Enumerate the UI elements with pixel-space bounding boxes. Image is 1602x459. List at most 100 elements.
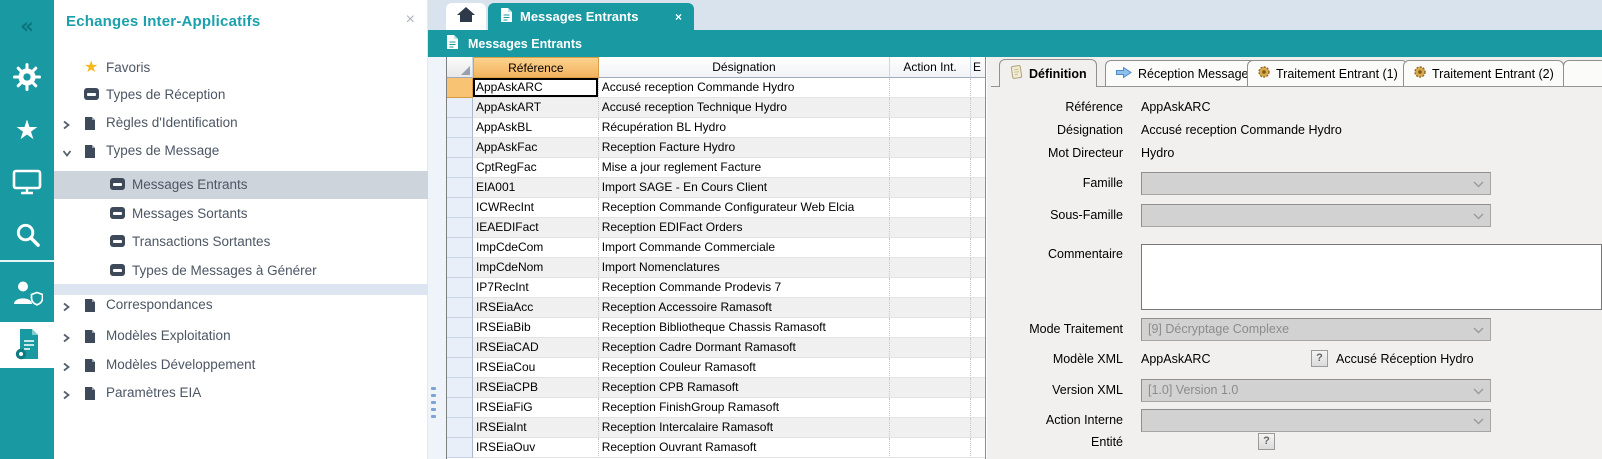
- cell-designation[interactable]: Reception Intercalaire Ramasoft: [599, 418, 890, 438]
- tab-home[interactable]: [446, 3, 486, 30]
- tree-item-types-de-r-ception[interactable]: Types de Réception: [54, 81, 428, 109]
- cell-e[interactable]: [971, 358, 985, 378]
- cell-action-int[interactable]: [890, 278, 971, 298]
- cell-designation[interactable]: Récupération BL Hydro: [599, 118, 890, 138]
- cell-e[interactable]: [971, 398, 985, 418]
- tree-item-favoris[interactable]: ★Favoris: [54, 54, 428, 82]
- cell-e[interactable]: [971, 318, 985, 338]
- detail-tab-traitement-entrant-1-[interactable]: Traitement Entrant (1): [1247, 60, 1408, 86]
- cell-reference[interactable]: IRSEiaFiG: [473, 398, 599, 418]
- help-button-mod-le-xml[interactable]: ?: [1311, 350, 1328, 367]
- table-row[interactable]: IRSEiaAccReception Accessoire Ramasoft: [447, 298, 985, 318]
- field-combo-famille[interactable]: [1141, 172, 1491, 195]
- cell-action-int[interactable]: [890, 158, 971, 178]
- cell-e[interactable]: [971, 198, 985, 218]
- chevron-down-icon[interactable]: [62, 146, 72, 161]
- cell-reference[interactable]: IRSEiaInt: [473, 418, 599, 438]
- cell-action-int[interactable]: [890, 338, 971, 358]
- cell-reference[interactable]: CptRegFac: [473, 158, 599, 178]
- cell-e[interactable]: [971, 378, 985, 398]
- cell-action-int[interactable]: [890, 238, 971, 258]
- cell-reference[interactable]: AppAskARC: [473, 78, 599, 98]
- cell-designation[interactable]: Import Commande Commerciale: [599, 238, 890, 258]
- row-gutter-cell[interactable]: [447, 78, 473, 98]
- row-gutter-cell[interactable]: [447, 398, 473, 418]
- tree-item-transactions-sortantes[interactable]: Transactions Sortantes: [54, 228, 428, 256]
- row-gutter-cell[interactable]: [447, 358, 473, 378]
- cell-reference[interactable]: IRSEiaCPB: [473, 378, 599, 398]
- table-row[interactable]: AppAskARCAccusé reception Commande Hydro: [447, 78, 985, 98]
- chevron-right-icon[interactable]: [62, 118, 71, 133]
- column-header-r-f-rence[interactable]: Référence: [473, 57, 599, 78]
- cell-reference[interactable]: IEAEDIFact: [473, 218, 599, 238]
- rail-eia-module-button[interactable]: [0, 327, 54, 365]
- cell-action-int[interactable]: [890, 78, 971, 98]
- cell-reference[interactable]: AppAskART: [473, 98, 599, 118]
- rail-collapse-sidebar-button[interactable]: «: [0, 8, 54, 46]
- cell-designation[interactable]: Reception Ouvrant Ramasoft: [599, 438, 890, 458]
- rail-user-security-button[interactable]: [0, 276, 54, 314]
- field-combo-version-xml[interactable]: [1.0] Version 1.0: [1141, 379, 1491, 402]
- table-row[interactable]: ICWRecIntReception Commande Configurateu…: [447, 198, 985, 218]
- row-gutter-cell[interactable]: [447, 298, 473, 318]
- table-row[interactable]: IRSEiaBibReception Bibliotheque Chassis …: [447, 318, 985, 338]
- cell-action-int[interactable]: [890, 418, 971, 438]
- row-gutter-cell[interactable]: [447, 178, 473, 198]
- row-gutter-cell[interactable]: [447, 378, 473, 398]
- tree-item-param-tres-eia[interactable]: Paramètres EIA: [54, 379, 428, 407]
- table-row[interactable]: IRSEiaOuvReception Ouvrant Ramasoft: [447, 438, 985, 458]
- row-gutter-cell[interactable]: [447, 258, 473, 278]
- cell-reference[interactable]: AppAskBL: [473, 118, 599, 138]
- cell-action-int[interactable]: [890, 178, 971, 198]
- table-row[interactable]: IRSEiaCouReception Couleur Ramasoft: [447, 358, 985, 378]
- detail-tab-r-ception-message[interactable]: Réception Message: [1105, 60, 1258, 86]
- cell-e[interactable]: [971, 138, 985, 158]
- cell-designation[interactable]: Import SAGE - En Cours Client: [599, 178, 890, 198]
- cell-designation[interactable]: Reception FinishGroup Ramasoft: [599, 398, 890, 418]
- cell-reference[interactable]: IRSEiaBib: [473, 318, 599, 338]
- cell-designation[interactable]: Reception Bibliotheque Chassis Ramasoft: [599, 318, 890, 338]
- cell-reference[interactable]: IRSEiaCou: [473, 358, 599, 378]
- field-combo-action-interne[interactable]: [1141, 409, 1491, 432]
- field-textarea-commentaire[interactable]: [1141, 244, 1602, 310]
- cell-action-int[interactable]: [890, 378, 971, 398]
- cell-designation[interactable]: Reception EDIFact Orders: [599, 218, 890, 238]
- cell-action-int[interactable]: [890, 118, 971, 138]
- cell-action-int[interactable]: [890, 318, 971, 338]
- field-combo-sous-famille[interactable]: [1141, 204, 1491, 227]
- cell-action-int[interactable]: [890, 298, 971, 318]
- table-row[interactable]: AppAskBLRécupération BL Hydro: [447, 118, 985, 138]
- rail-workstation-button[interactable]: [0, 165, 54, 203]
- cell-action-int[interactable]: [890, 138, 971, 158]
- field-combo-mode-traitement[interactable]: [9] Décryptage Complexe: [1141, 318, 1491, 341]
- row-gutter-cell[interactable]: [447, 418, 473, 438]
- table-row[interactable]: IRSEiaCADReception Cadre Dormant Ramasof…: [447, 338, 985, 358]
- cell-e[interactable]: [971, 218, 985, 238]
- tree-item-messages-entrants[interactable]: Messages Entrants: [54, 171, 428, 199]
- tree-item-r-gles-d-identification[interactable]: Règles d'Identification: [54, 109, 428, 137]
- table-row[interactable]: ImpCdeComImport Commande Commerciale: [447, 238, 985, 258]
- cell-e[interactable]: [971, 158, 985, 178]
- row-gutter-cell[interactable]: [447, 218, 473, 238]
- row-gutter-cell[interactable]: [447, 158, 473, 178]
- row-gutter-cell[interactable]: [447, 138, 473, 158]
- help-button-entit-[interactable]: ?: [1258, 433, 1275, 450]
- cell-e[interactable]: [971, 418, 985, 438]
- rail-favorites-button[interactable]: ★: [0, 111, 54, 149]
- cell-designation[interactable]: Reception Facture Hydro: [599, 138, 890, 158]
- cell-e[interactable]: [971, 438, 985, 458]
- column-header-action-int-[interactable]: Action Int.: [890, 57, 971, 78]
- tab-messages-entrants[interactable]: Messages Entrants ×: [488, 3, 694, 30]
- row-gutter-cell[interactable]: [447, 318, 473, 338]
- tree-item-messages-sortants[interactable]: Messages Sortants: [54, 200, 428, 228]
- cell-designation[interactable]: Reception Cadre Dormant Ramasoft: [599, 338, 890, 358]
- cell-action-int[interactable]: [890, 218, 971, 238]
- cell-reference[interactable]: IRSEiaOuv: [473, 438, 599, 458]
- cell-e[interactable]: [971, 78, 985, 98]
- row-gutter-cell[interactable]: [447, 278, 473, 298]
- row-gutter-cell[interactable]: [447, 438, 473, 458]
- table-row[interactable]: EIA001Import SAGE - En Cours Client: [447, 178, 985, 198]
- cell-action-int[interactable]: [890, 398, 971, 418]
- cell-reference[interactable]: EIA001: [473, 178, 599, 198]
- column-header-e[interactable]: E: [971, 57, 985, 78]
